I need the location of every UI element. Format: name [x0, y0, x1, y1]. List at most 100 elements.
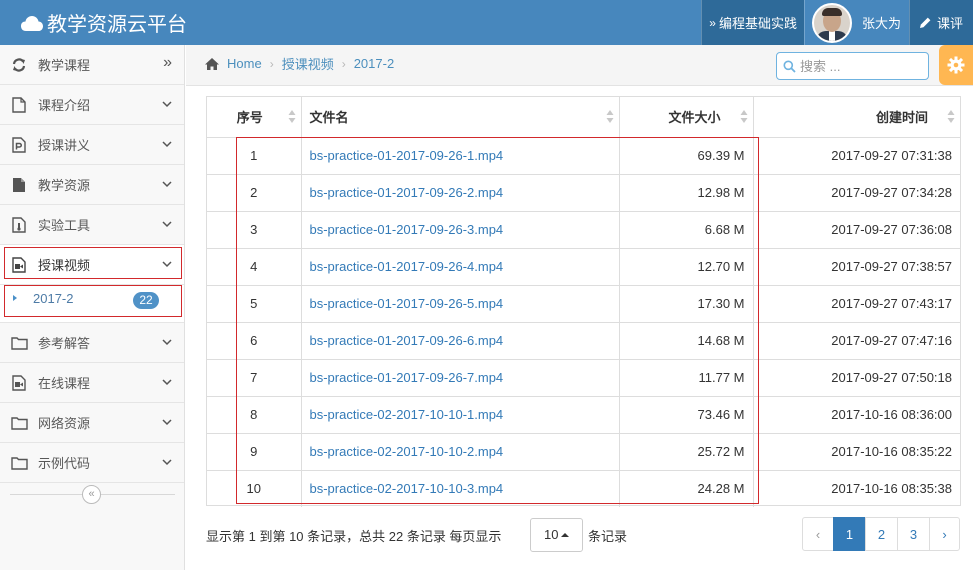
chevron-down-icon	[162, 221, 172, 228]
file-powerpoint-icon	[10, 136, 28, 154]
sidebar-item-teaching-course[interactable]: 教学课程 »	[0, 45, 184, 85]
home-icon	[205, 57, 219, 70]
file-link[interactable]: bs-practice-02-2017-10-10-1.mp4	[310, 407, 504, 422]
created-time-cell: 2017-09-27 07:36:08	[753, 211, 960, 249]
breadcrumb: Home › 授课视频 › 2017-2	[204, 54, 394, 73]
created-time-cell: 2017-10-16 08:35:22	[753, 433, 960, 471]
user-menu[interactable]: 张大为	[803, 0, 909, 45]
file-link[interactable]: bs-practice-01-2017-09-26-2.mp4	[310, 185, 504, 200]
file-link[interactable]: bs-practice-01-2017-09-26-5.mp4	[310, 296, 504, 311]
folder-icon	[10, 454, 28, 472]
file-link[interactable]: bs-practice-01-2017-09-26-3.mp4	[310, 222, 504, 237]
filename-cell: bs-practice-01-2017-09-26-4.mp4	[301, 248, 620, 286]
filesize-cell: 24.28 M	[619, 470, 754, 507]
table-row: 1 bs-practice-01-2017-09-26-1.mp4 69.39 …	[207, 137, 960, 175]
page-size-value: 10	[544, 527, 559, 542]
row-number: 8	[207, 396, 302, 434]
caret-up-icon	[561, 533, 569, 537]
created-time-cell: 2017-09-27 07:38:57	[753, 248, 960, 286]
filesize-cell: 73.46 M	[619, 396, 754, 434]
chevron-down-icon	[162, 419, 172, 426]
column-header-label: 文件大小	[668, 110, 721, 126]
file-link[interactable]: bs-practice-01-2017-09-26-4.mp4	[310, 259, 504, 274]
pagination-prev-button[interactable]: ‹	[802, 517, 834, 551]
created-time-cell: 2017-09-27 07:43:17	[753, 285, 960, 323]
refresh-icon	[10, 56, 28, 74]
sort-icon	[947, 110, 955, 123]
sidebar-item-label: 授课讲义	[38, 138, 91, 153]
top-navbar: 教学资源云平台 » 编程基础实践 张大为 课评	[0, 0, 973, 45]
column-header-filename[interactable]: 文件名	[301, 97, 620, 138]
file-solid-icon	[10, 176, 28, 194]
row-number: 7	[207, 359, 302, 397]
filename-cell: bs-practice-02-2017-10-10-3.mp4	[301, 470, 620, 507]
breadcrumb-section-link[interactable]: 授课视频	[282, 54, 334, 73]
sidebar-item-web-resources[interactable]: 网络资源	[0, 403, 184, 443]
sort-icon	[740, 110, 747, 123]
sidebar-item-sample-code[interactable]: 示例代码	[0, 443, 184, 483]
pencil-icon	[919, 17, 931, 28]
chevron-down-icon	[162, 339, 172, 346]
sidebar-item-lecture-videos[interactable]: 授课视频	[0, 245, 184, 285]
file-table: 序号 文件名 文件大小 创建时间 1 bs-practice-01-2017-0…	[207, 97, 960, 507]
column-header-no[interactable]: 序号	[207, 97, 302, 138]
sidebar-item-course-intro[interactable]: 课程介绍	[0, 85, 184, 125]
sidebar-item-label: 在线课程	[38, 376, 91, 391]
cloud-icon	[21, 15, 43, 31]
file-tool-icon	[10, 216, 28, 234]
sidebar-item-lecture-notes[interactable]: 授课讲义	[0, 125, 184, 165]
file-link[interactable]: bs-practice-01-2017-09-26-1.mp4	[310, 148, 504, 163]
pagination-page-3[interactable]: 3	[897, 517, 930, 551]
sidebar-item-reference-answers[interactable]: 参考解答	[0, 323, 184, 363]
record-info-suffix: 条记录	[588, 529, 628, 544]
table-row: 10 bs-practice-02-2017-10-10-3.mp4 24.28…	[207, 470, 960, 507]
pagination-next-button[interactable]: ›	[929, 517, 960, 551]
search-icon	[783, 60, 796, 73]
breadcrumb-home-link[interactable]: Home	[227, 56, 262, 71]
chevron-down-icon	[162, 141, 172, 148]
sidebar-item-label: 课程介绍	[38, 98, 91, 113]
row-number: 1	[207, 137, 302, 175]
table-row: 2 bs-practice-01-2017-09-26-2.mp4 12.98 …	[207, 174, 960, 212]
sidebar-item-lab-tools[interactable]: 实验工具	[0, 205, 184, 245]
folder-icon	[10, 414, 28, 432]
file-link[interactable]: bs-practice-01-2017-09-26-6.mp4	[310, 333, 504, 348]
brand[interactable]: 教学资源云平台	[20, 0, 187, 45]
breadcrumb-bar: Home › 授课视频 › 2017-2	[186, 45, 973, 86]
table-row: 6 bs-practice-01-2017-09-26-6.mp4 14.68 …	[207, 322, 960, 360]
filesize-cell: 69.39 M	[619, 137, 754, 175]
column-header-created-time[interactable]: 创建时间	[753, 97, 960, 138]
file-link[interactable]: bs-practice-01-2017-09-26-7.mp4	[310, 370, 504, 385]
sidebar-item-online-courses[interactable]: 在线课程	[0, 363, 184, 403]
sidebar-item-teaching-resources[interactable]: 教学资源	[0, 165, 184, 205]
sidebar-collapse-button[interactable]: «	[82, 485, 101, 504]
page-size-dropdown[interactable]: 10	[530, 518, 583, 552]
table-row: 8 bs-practice-02-2017-10-10-1.mp4 73.46 …	[207, 396, 960, 434]
breadcrumb-separator-icon: ›	[341, 56, 346, 71]
pagination: ‹ 1 2 3 ›	[802, 517, 960, 551]
review-button[interactable]: 课评	[908, 0, 973, 45]
created-time-cell: 2017-09-27 07:31:38	[753, 137, 960, 175]
practice-course-button[interactable]: » 编程基础实践	[701, 0, 804, 45]
table-row: 7 bs-practice-01-2017-09-26-7.mp4 11.77 …	[207, 359, 960, 397]
created-time-cell: 2017-10-16 08:36:00	[753, 396, 960, 434]
chevron-down-icon	[162, 459, 172, 466]
file-link[interactable]: bs-practice-02-2017-10-10-2.mp4	[310, 444, 504, 459]
row-number: 6	[207, 322, 302, 360]
file-link[interactable]: bs-practice-02-2017-10-10-3.mp4	[310, 481, 504, 496]
pagination-page-2[interactable]: 2	[865, 517, 898, 551]
gear-icon	[947, 56, 965, 74]
column-header-label: 文件名	[309, 110, 349, 126]
search-input[interactable]	[800, 58, 920, 74]
sidebar-subitem-2017-2[interactable]: 2017-2 22	[0, 285, 184, 323]
chevron-down-icon	[162, 379, 172, 386]
sidebar-item-label: 教学资源	[38, 178, 91, 193]
settings-button[interactable]	[939, 45, 973, 85]
column-header-filesize[interactable]: 文件大小	[619, 97, 754, 138]
brand-title: 教学资源云平台	[47, 12, 187, 36]
sidebar: 教学课程 » 课程介绍 授课讲义 教学资源 实验工具 授课视频 2017-2 2…	[0, 45, 185, 570]
filesize-cell: 17.30 M	[619, 285, 754, 323]
pagination-page-1[interactable]: 1	[833, 517, 866, 551]
column-header-label: 创建时间	[875, 110, 928, 126]
filesize-cell: 14.68 M	[619, 322, 754, 360]
